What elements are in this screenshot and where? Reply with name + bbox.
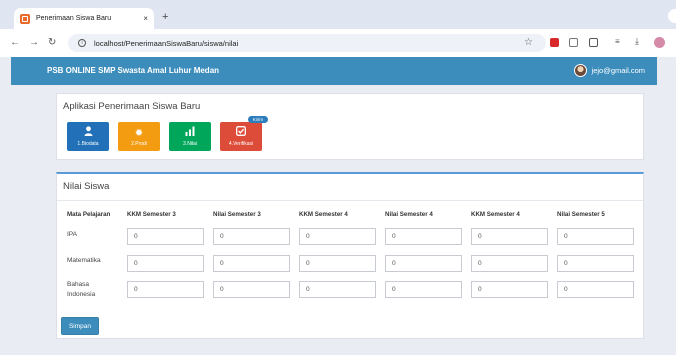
user-menu[interactable]: jejo@gmail.com [573, 64, 645, 77]
user-email: jejo@gmail.com [591, 66, 645, 75]
tab-title: Penerimaan Siswa Baru [36, 15, 112, 22]
step-tile-label: 2.Prodi [131, 141, 147, 147]
save-button[interactable]: Simpan [61, 317, 99, 335]
step-tile-biodata[interactable]: 1.Biodata [67, 122, 109, 151]
grade-input[interactable] [127, 228, 204, 245]
col-header-kkm-sem3: KKM Semester 3 [127, 211, 176, 218]
grade-input[interactable] [385, 228, 462, 245]
app-steps-panel: Aplikasi Penerimaan Siswa Baru 1.Biodata… [56, 93, 644, 160]
grade-input[interactable] [471, 255, 548, 272]
window-control-icon[interactable] [668, 9, 676, 23]
col-header-kkm-sem4: KKM Semester 4 [299, 211, 348, 218]
sun-icon: ✹ [134, 128, 144, 139]
grade-input[interactable] [557, 281, 634, 298]
step-tile-label: 1.Biodata [77, 141, 99, 147]
back-icon[interactable]: ← [10, 37, 20, 49]
grade-input[interactable] [557, 255, 634, 272]
tab-close-icon[interactable]: × [143, 14, 148, 23]
grade-input[interactable] [127, 281, 204, 298]
step-tile-label: 4.Verifikasi [228, 141, 254, 147]
download-icon[interactable]: ⤓ [635, 36, 639, 47]
grade-input[interactable] [213, 255, 290, 272]
puzzle-extensions-icon[interactable] [589, 38, 598, 47]
grades-title: Nilai Siswa [63, 181, 110, 192]
col-header-subject: Mata Pelajaran [67, 211, 111, 218]
bar-chart-icon [185, 126, 195, 139]
grade-input[interactable] [213, 228, 290, 245]
forward-icon[interactable]: → [29, 37, 39, 49]
subject-matematika-label: Matematika [67, 257, 101, 264]
grade-input[interactable] [471, 281, 548, 298]
grade-input[interactable] [385, 281, 462, 298]
panel-divider [57, 200, 643, 201]
app-header: PSB ONLINE SMP Swasta Amal Luhur Medan j… [11, 57, 657, 85]
address-bar[interactable]: i localhost/PenerimaanSiswaBaru/siswa/ni… [68, 34, 546, 52]
check-square-icon [236, 126, 246, 139]
subject-bahasa-indonesia-label: Bahasa Indonesia [67, 281, 96, 298]
col-header-nilai-sem5: Nilai Semester 5 [557, 211, 605, 218]
grade-input[interactable] [127, 255, 204, 272]
col-header-kkm-sem4-b: KKM Semester 4 [471, 211, 520, 218]
grade-input[interactable] [299, 228, 376, 245]
extension-icon[interactable] [569, 38, 578, 47]
grade-input[interactable] [471, 228, 548, 245]
browser-tab-bar: Penerimaan Siswa Baru × + [0, 0, 676, 29]
send-badge[interactable]: Kirim [247, 116, 268, 123]
reading-list-icon[interactable]: ≡ [615, 37, 620, 46]
step-tile-verifikasi[interactable]: Kirim 4.Verifikasi [220, 116, 268, 151]
browser-toolbar: ← → ↻ i localhost/PenerimaanSiswaBaru/si… [0, 29, 676, 57]
step-tile-nilai[interactable]: 3.Nilai [169, 122, 211, 151]
grade-input[interactable] [557, 228, 634, 245]
pdf-extension-icon[interactable] [550, 38, 559, 47]
user-avatar [573, 64, 587, 77]
grade-input[interactable] [299, 281, 376, 298]
reload-icon[interactable]: ↻ [48, 37, 56, 49]
step-tile-label: 3.Nilai [183, 141, 197, 147]
col-header-nilai-sem3: Nilai Semester 3 [213, 211, 261, 218]
step-tile-prodi[interactable]: ✹ 2.Prodi [118, 122, 160, 151]
grade-input[interactable] [385, 255, 462, 272]
site-info-icon[interactable]: i [78, 39, 86, 47]
browser-tab[interactable]: Penerimaan Siswa Baru × [14, 8, 154, 29]
step-tiles: 1.Biodata ✹ 2.Prodi 3.Nilai Kirim 4.Veri… [67, 116, 268, 151]
grades-panel: Nilai Siswa Mata Pelajaran KKM Semester … [56, 172, 644, 339]
user-icon [84, 126, 93, 139]
grade-input[interactable] [299, 255, 376, 272]
url-text: localhost/PenerimaanSiswaBaru/siswa/nila… [94, 38, 239, 48]
col-header-nilai-sem4: Nilai Semester 4 [385, 211, 433, 218]
profile-avatar-icon[interactable] [654, 37, 665, 48]
app-steps-title: Aplikasi Penerimaan Siswa Baru [63, 101, 201, 112]
grade-input[interactable] [213, 281, 290, 298]
site-favicon-icon [20, 13, 30, 24]
bookmark-star-icon[interactable]: ☆ [524, 37, 533, 49]
new-tab-icon[interactable]: + [162, 11, 168, 23]
subject-ipa-label: IPA [67, 231, 77, 238]
app-brand[interactable]: PSB ONLINE SMP Swasta Amal Luhur Medan [47, 66, 219, 75]
